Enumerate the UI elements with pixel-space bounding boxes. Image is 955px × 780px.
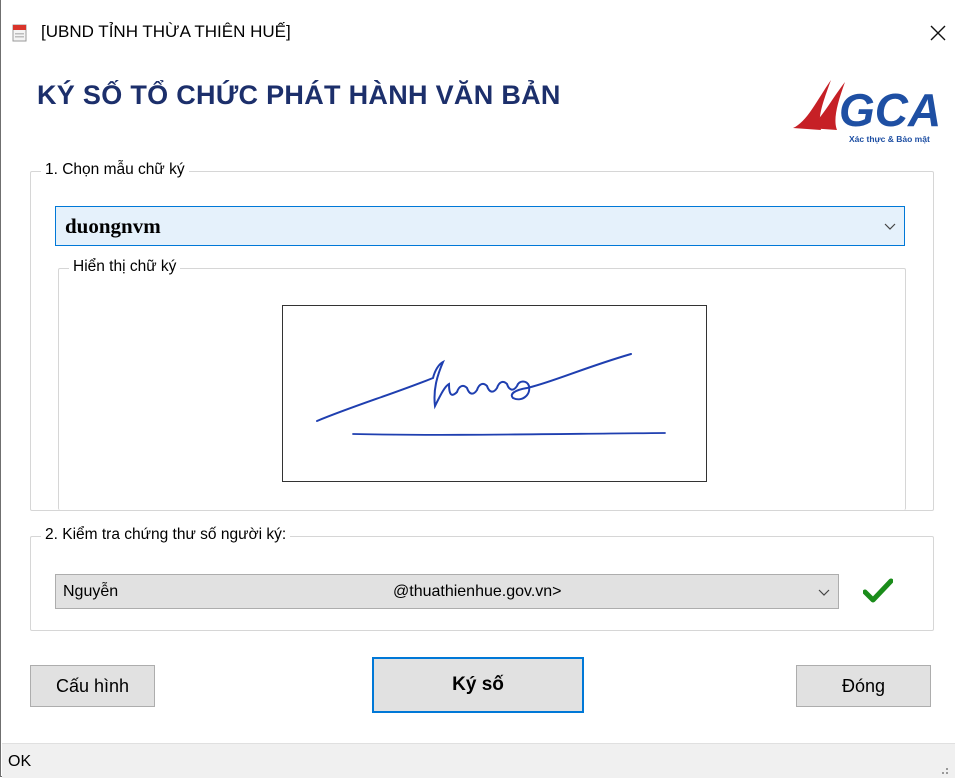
signature-template-group-label: 1. Chọn mẫu chữ ký	[41, 161, 189, 179]
signature-preview-group-label: Hiển thị chữ ký	[69, 258, 181, 276]
signature-template-select[interactable]: duongnvm	[55, 206, 905, 246]
signature-preview-image	[282, 305, 707, 482]
check-icon	[862, 577, 894, 605]
resize-grip-icon[interactable]	[937, 762, 949, 774]
signature-template-value: duongnvm	[65, 213, 161, 238]
status-text: OK	[8, 753, 32, 770]
chevron-down-icon	[816, 584, 832, 600]
window-title: [UBND TỈNH THỪA THIÊN HUẾ]	[41, 22, 291, 41]
certificate-select[interactable]: Nguyễn @thuathienhue.gov.vn>	[55, 574, 839, 609]
certificate-email: @thuathienhue.gov.vn>	[393, 583, 562, 600]
certificate-name: Nguyễn	[63, 583, 119, 600]
vgca-logo: GCA Xác thực & Bảo mật	[787, 70, 949, 144]
close-window-button[interactable]	[921, 16, 955, 50]
svg-text:Xác thực & Bảo mật: Xác thực & Bảo mật	[849, 134, 930, 144]
dialog-window: [UBND TỈNH THỪA THIÊN HUẾ] KÝ SỐ TỔ CHỨC…	[0, 0, 955, 778]
title-bar: [UBND TỈNH THỪA THIÊN HUẾ]	[1, 0, 955, 62]
certificate-group-label: 2. Kiểm tra chứng thư số người ký:	[41, 526, 291, 544]
sign-button[interactable]: Ký số	[372, 657, 584, 713]
pdf-document-icon	[12, 24, 29, 42]
svg-text:GCA: GCA	[839, 84, 941, 136]
status-bar: OK	[2, 743, 955, 778]
close-icon	[930, 25, 946, 41]
chevron-down-icon	[882, 218, 898, 234]
config-button[interactable]: Cấu hình	[30, 665, 155, 707]
close-button[interactable]: Đóng	[796, 665, 931, 707]
page-title: KÝ SỐ TỔ CHỨC PHÁT HÀNH VĂN BẢN	[37, 80, 561, 110]
